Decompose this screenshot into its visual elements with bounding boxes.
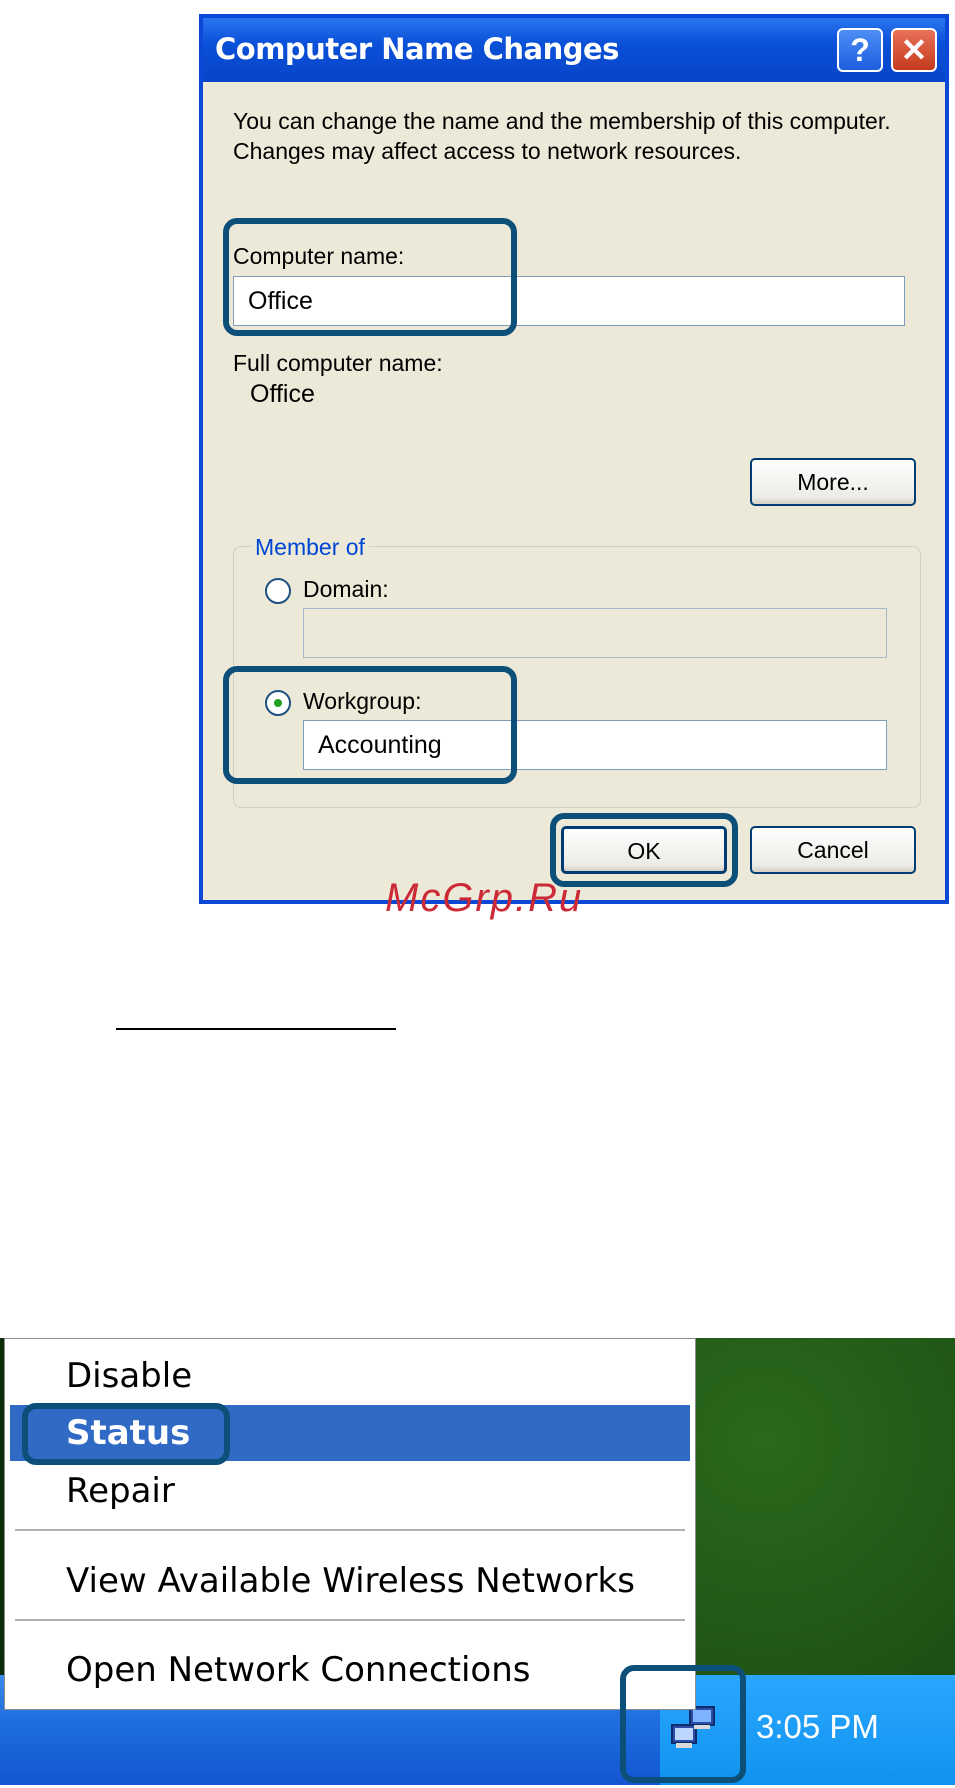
dialog-title: Computer Name Changes	[215, 32, 619, 66]
status-highlight	[22, 1403, 230, 1465]
domain-radio[interactable]	[265, 578, 291, 604]
cancel-button[interactable]: Cancel	[750, 826, 916, 874]
taskbar-clock[interactable]: 3:05 PM	[756, 1708, 879, 1746]
full-computer-name-label: Full computer name:	[233, 350, 443, 376]
domain-input[interactable]	[303, 608, 887, 658]
menu-item-repair[interactable]: Repair	[10, 1463, 690, 1519]
workgroup-highlight	[223, 666, 517, 784]
computer-name-highlight	[223, 218, 517, 336]
full-computer-name-value: Office	[250, 380, 315, 408]
horizontal-rule	[116, 1028, 396, 1030]
watermark-text: McGrp.Ru	[385, 876, 584, 920]
member-of-label: Member of	[251, 534, 369, 561]
dialog-description: You can change the name and the membersh…	[233, 108, 891, 164]
menu-item-disable[interactable]: Disable	[10, 1348, 690, 1404]
more-button[interactable]: More...	[750, 458, 916, 506]
menu-item-view-wireless-networks[interactable]: View Available Wireless Networks	[10, 1553, 690, 1609]
menu-separator	[15, 1619, 685, 1621]
help-button[interactable]: ?	[837, 28, 883, 72]
title-bar[interactable]: Computer Name Changes ? ✕	[203, 18, 945, 82]
menu-item-open-network-connections[interactable]: Open Network Connections	[10, 1642, 690, 1698]
domain-label: Domain:	[303, 576, 389, 602]
network-icon-highlight	[620, 1665, 746, 1783]
close-button[interactable]: ✕	[891, 28, 937, 72]
computer-name-changes-dialog: Computer Name Changes ? ✕ You can change…	[199, 14, 949, 904]
menu-separator	[15, 1529, 685, 1531]
network-context-menu: Disable Status Repair View Available Wir…	[4, 1338, 696, 1710]
